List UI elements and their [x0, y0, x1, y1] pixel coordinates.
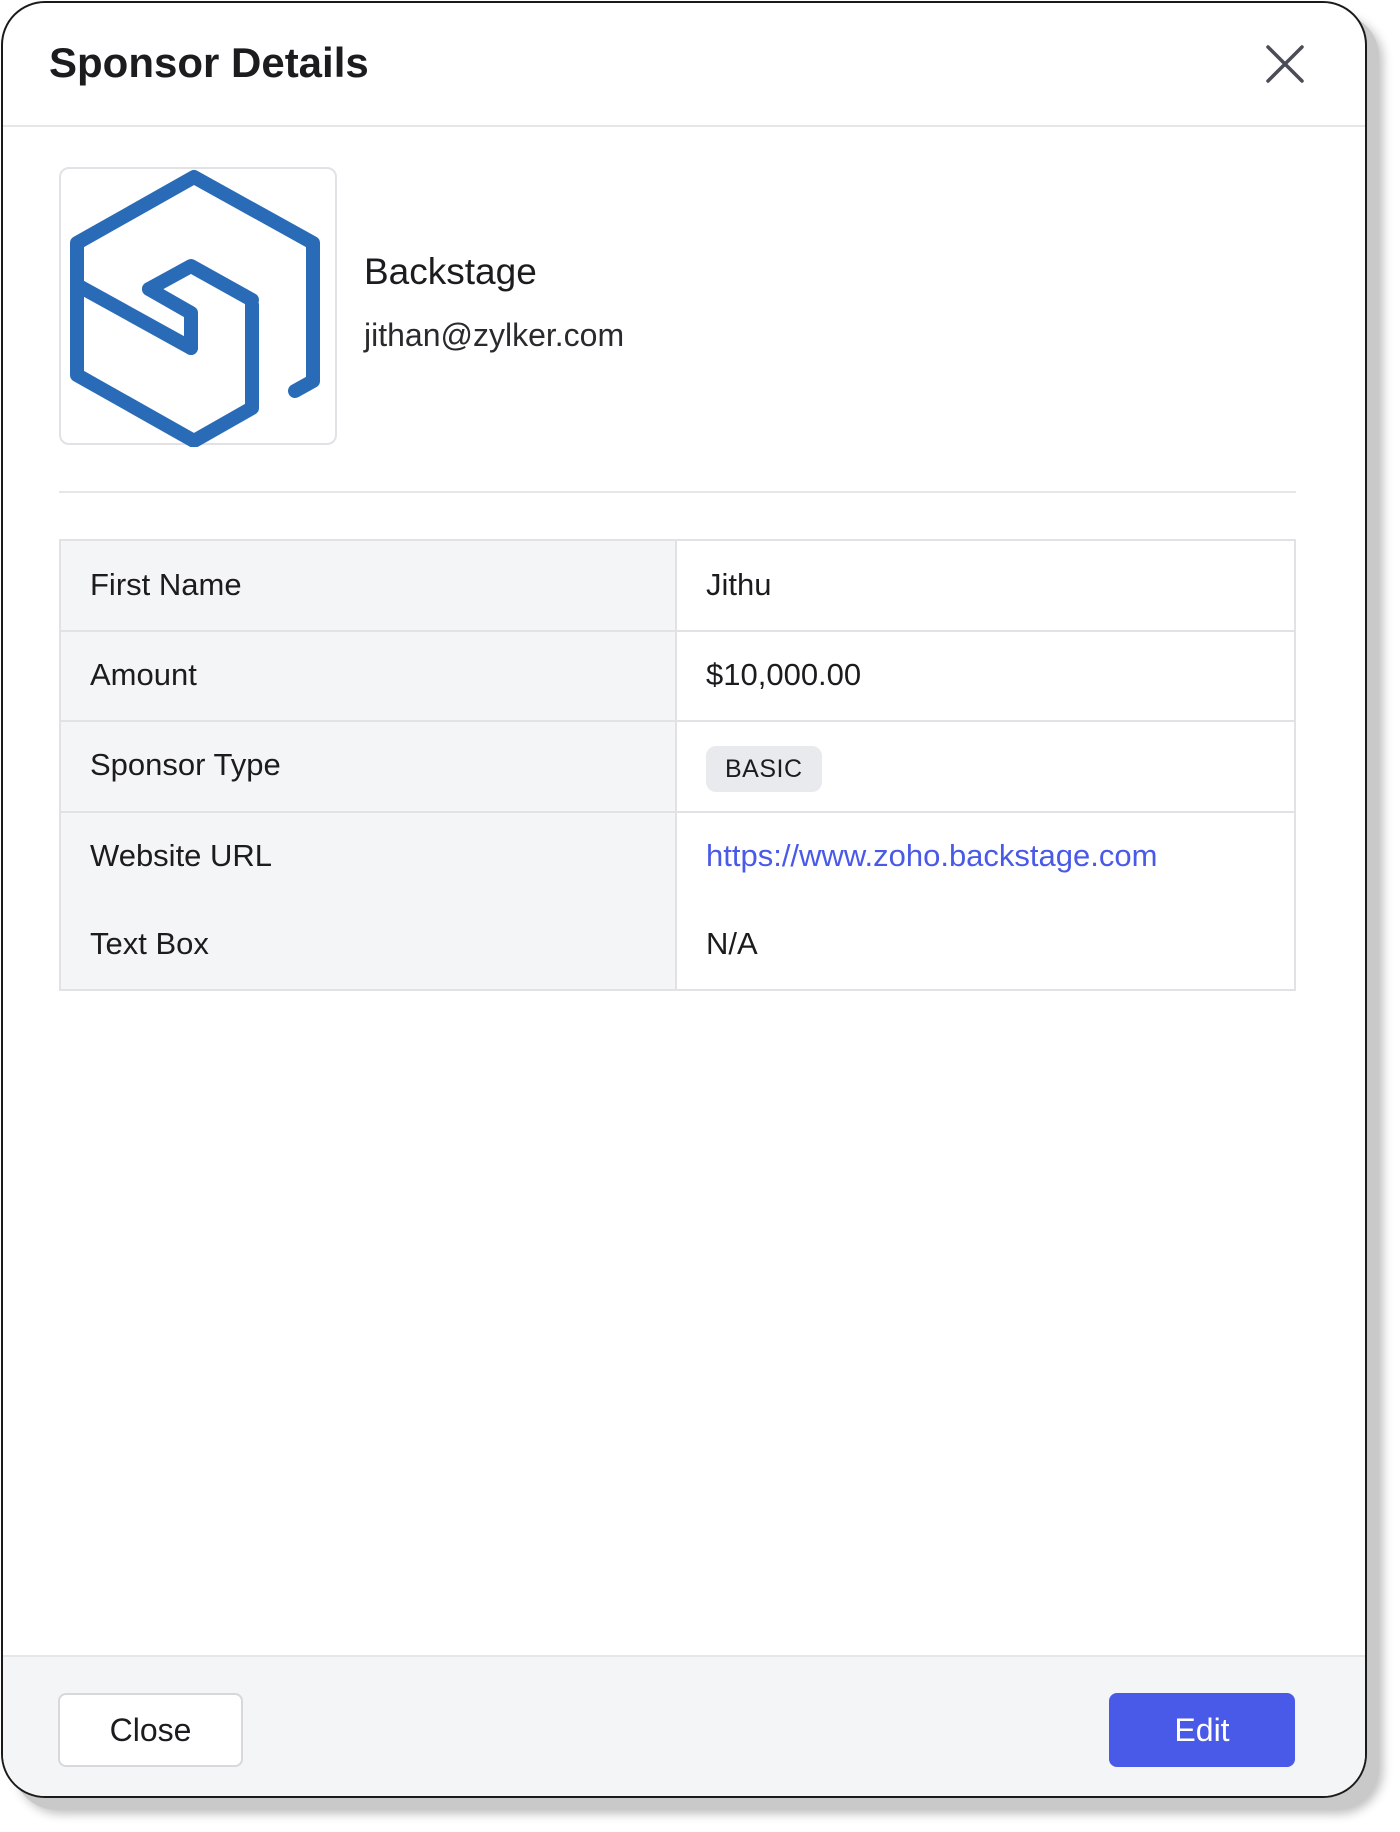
website-url-label: Website URL: [90, 838, 273, 873]
row-divider: [61, 720, 1294, 722]
details-table: First Name Jithu Amount $10,000.00 Spons…: [59, 539, 1296, 991]
modal-footer: Close Edit: [3, 1655, 1365, 1796]
first-name-value: Jithu: [706, 567, 772, 602]
sponsor-profile: Backstage jithan@zylker.com: [3, 127, 1365, 493]
row-divider: [61, 630, 1294, 632]
amount-label: Amount: [90, 657, 197, 692]
text-box-label: Text Box: [90, 926, 209, 961]
sponsor-type-badge: BASIC: [706, 746, 822, 792]
sponsor-name: Backstage: [364, 251, 537, 292]
modal-header: Sponsor Details: [3, 3, 1365, 127]
edit-button[interactable]: Edit: [1109, 1693, 1295, 1767]
amount-value: $10,000.00: [706, 657, 862, 692]
website-url-link[interactable]: https://www.zoho.backstage.com: [706, 838, 1157, 874]
close-icon[interactable]: [1260, 39, 1310, 89]
sponsor-type-label: Sponsor Type: [90, 747, 281, 782]
text-box-value: N/A: [706, 926, 758, 961]
sponsor-details-modal: Sponsor Details Backstage jithan@zylker.…: [1, 1, 1367, 1798]
close-button[interactable]: Close: [58, 1693, 243, 1767]
row-divider: [61, 811, 1294, 813]
modal-title: Sponsor Details: [49, 39, 369, 86]
first-name-label: First Name: [90, 567, 242, 602]
hexagon-box-logo-icon: [70, 170, 320, 448]
divider: [59, 491, 1296, 493]
sponsor-email: jithan@zylker.com: [364, 317, 625, 353]
sponsor-logo: [59, 167, 337, 448]
